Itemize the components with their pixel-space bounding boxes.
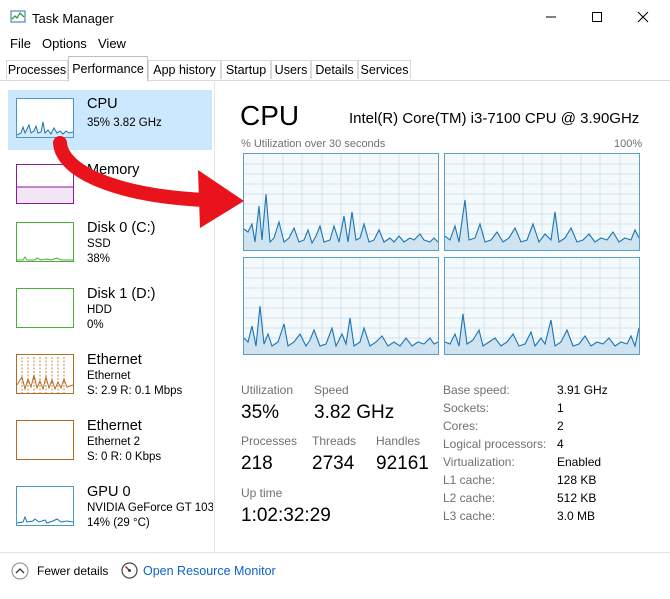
graph-caption: % Utilization over 30 seconds xyxy=(241,138,386,150)
memory-thumbnail xyxy=(16,164,74,204)
disk-1-thumbnail xyxy=(16,288,74,328)
handles-label: Handles xyxy=(376,434,421,448)
spec-value: Enabled xyxy=(557,455,602,469)
tab-app-history[interactable]: App history xyxy=(148,60,221,79)
spec-label: Cores: xyxy=(443,419,479,433)
tab-processes[interactable]: Processes xyxy=(6,60,68,79)
sidebar-item-ethernet-1[interactable]: Ethernet Ethernet S: 2.9 R: 0.1 Mbps xyxy=(8,346,212,406)
sidebar-item-detail: SSD xyxy=(87,238,111,250)
sidebar-item-detail: HDD xyxy=(87,304,112,316)
sidebar-item-ethernet-2[interactable]: Ethernet Ethernet 2 S: 0 R: 0 Kbps xyxy=(8,412,212,472)
chevron-up-icon xyxy=(11,562,29,580)
threads-label: Threads xyxy=(312,434,357,448)
window-title: Task Manager xyxy=(32,11,114,26)
handles-value: 92161 xyxy=(376,453,429,474)
menu-file[interactable]: File xyxy=(10,36,31,51)
menu-view[interactable]: View xyxy=(98,36,126,51)
cpu-graph-core-3 xyxy=(444,257,640,355)
sidebar-item-disk-0[interactable]: Disk 0 (C:) SSD 38% xyxy=(8,214,212,274)
gpu-thumbnail xyxy=(16,486,74,526)
sidebar-item-title: Disk 1 (D:) xyxy=(87,286,156,302)
graph-max-label: 100% xyxy=(614,138,643,150)
spec-value: 128 KB xyxy=(557,473,597,487)
processes-label: Processes xyxy=(241,434,298,448)
spec-label: Base speed: xyxy=(443,383,510,397)
minimize-icon xyxy=(546,16,556,18)
minimize-button[interactable] xyxy=(528,0,574,34)
sidebar-item-detail: NVIDIA GeForce GT 1030 xyxy=(87,502,213,514)
sidebar-item-memory[interactable]: Memory xyxy=(8,156,212,216)
sidebar-item-title: GPU 0 xyxy=(87,484,131,500)
sidebar-item-detail: Ethernet 2 xyxy=(87,436,141,448)
close-button[interactable] xyxy=(620,0,666,34)
utilization-value: 35% xyxy=(241,402,280,423)
menu-options[interactable]: Options xyxy=(42,36,87,51)
close-icon xyxy=(637,11,649,23)
speed-value: 3.82 GHz xyxy=(314,402,395,423)
task-manager-icon xyxy=(10,10,26,23)
sidebar-item-detail: Ethernet xyxy=(87,370,131,382)
disk-0-thumbnail xyxy=(16,222,74,262)
spec-value: 2 xyxy=(557,419,564,433)
sidebar-item-usage: 14% (29 °C) xyxy=(87,517,150,529)
spec-value: 512 KB xyxy=(557,491,597,505)
processes-value: 218 xyxy=(241,453,273,474)
spec-label: Sockets: xyxy=(443,401,490,415)
threads-value: 2734 xyxy=(312,453,355,474)
spec-label: L1 cache: xyxy=(443,473,496,487)
speed-label: Speed xyxy=(314,383,349,397)
sidebar-item-title: CPU xyxy=(87,96,118,112)
ethernet-2-thumbnail xyxy=(16,420,74,460)
spec-value: 1 xyxy=(557,401,564,415)
spec-value: 3.91 GHz xyxy=(557,383,608,397)
cpu-graph-core-0 xyxy=(243,153,439,251)
sidebar-item-usage: 38% xyxy=(87,253,111,265)
uptime-value: 1:02:32:29 xyxy=(241,505,331,526)
spec-value: 3.0 MB xyxy=(557,509,596,523)
spec-value: 4 xyxy=(557,437,564,451)
cpu-graph-core-1 xyxy=(444,153,640,251)
sidebar-item-cpu[interactable]: CPU 35% 3.82 GHz xyxy=(8,90,212,150)
spec-label: Virtualization: xyxy=(443,455,515,469)
tab-details[interactable]: Details xyxy=(311,60,358,79)
fewer-details-button[interactable] xyxy=(11,562,29,580)
maximize-button[interactable] xyxy=(574,0,620,34)
sidebar-item-detail: 35% 3.82 GHz xyxy=(87,117,162,129)
cpu-graph-core-2 xyxy=(243,257,439,355)
cpu-thumbnail xyxy=(16,98,74,138)
sidebar-item-title: Memory xyxy=(87,162,140,178)
tab-services[interactable]: Services xyxy=(358,60,411,79)
sidebar-item-usage: 0% xyxy=(87,319,104,331)
sidebar-item-title: Ethernet xyxy=(87,418,142,434)
resource-monitor-icon xyxy=(121,562,138,579)
sidebar-item-disk-1[interactable]: Disk 1 (D:) HDD 0% xyxy=(8,280,212,340)
tab-startup[interactable]: Startup xyxy=(221,60,271,79)
cpu-model-name: Intel(R) Core(TM) i3-7100 CPU @ 3.90GHz xyxy=(349,110,640,127)
sidebar-item-title: Ethernet xyxy=(87,352,142,368)
sidebar-item-title: Disk 0 (C:) xyxy=(87,220,156,236)
spec-label: L3 cache: xyxy=(443,509,496,523)
sidebar-item-gpu-0[interactable]: GPU 0 NVIDIA GeForce GT 1030 14% (29 °C) xyxy=(8,478,213,538)
fewer-details-link[interactable]: Fewer details xyxy=(37,564,108,578)
page-title: CPU xyxy=(240,100,300,131)
open-resource-monitor-link[interactable]: Open Resource Monitor xyxy=(143,564,276,578)
maximize-icon xyxy=(592,12,602,22)
spec-label: Logical processors: xyxy=(443,437,547,451)
sidebar-item-throughput: S: 2.9 R: 0.1 Mbps xyxy=(87,385,183,397)
uptime-label: Up time xyxy=(241,486,283,500)
tab-users[interactable]: Users xyxy=(271,60,311,79)
tab-performance[interactable]: Performance xyxy=(68,56,148,81)
sidebar-item-throughput: S: 0 R: 0 Kbps xyxy=(87,451,162,463)
utilization-label: Utilization xyxy=(241,383,294,397)
spec-label: L2 cache: xyxy=(443,491,496,505)
ethernet-1-thumbnail xyxy=(16,354,74,394)
